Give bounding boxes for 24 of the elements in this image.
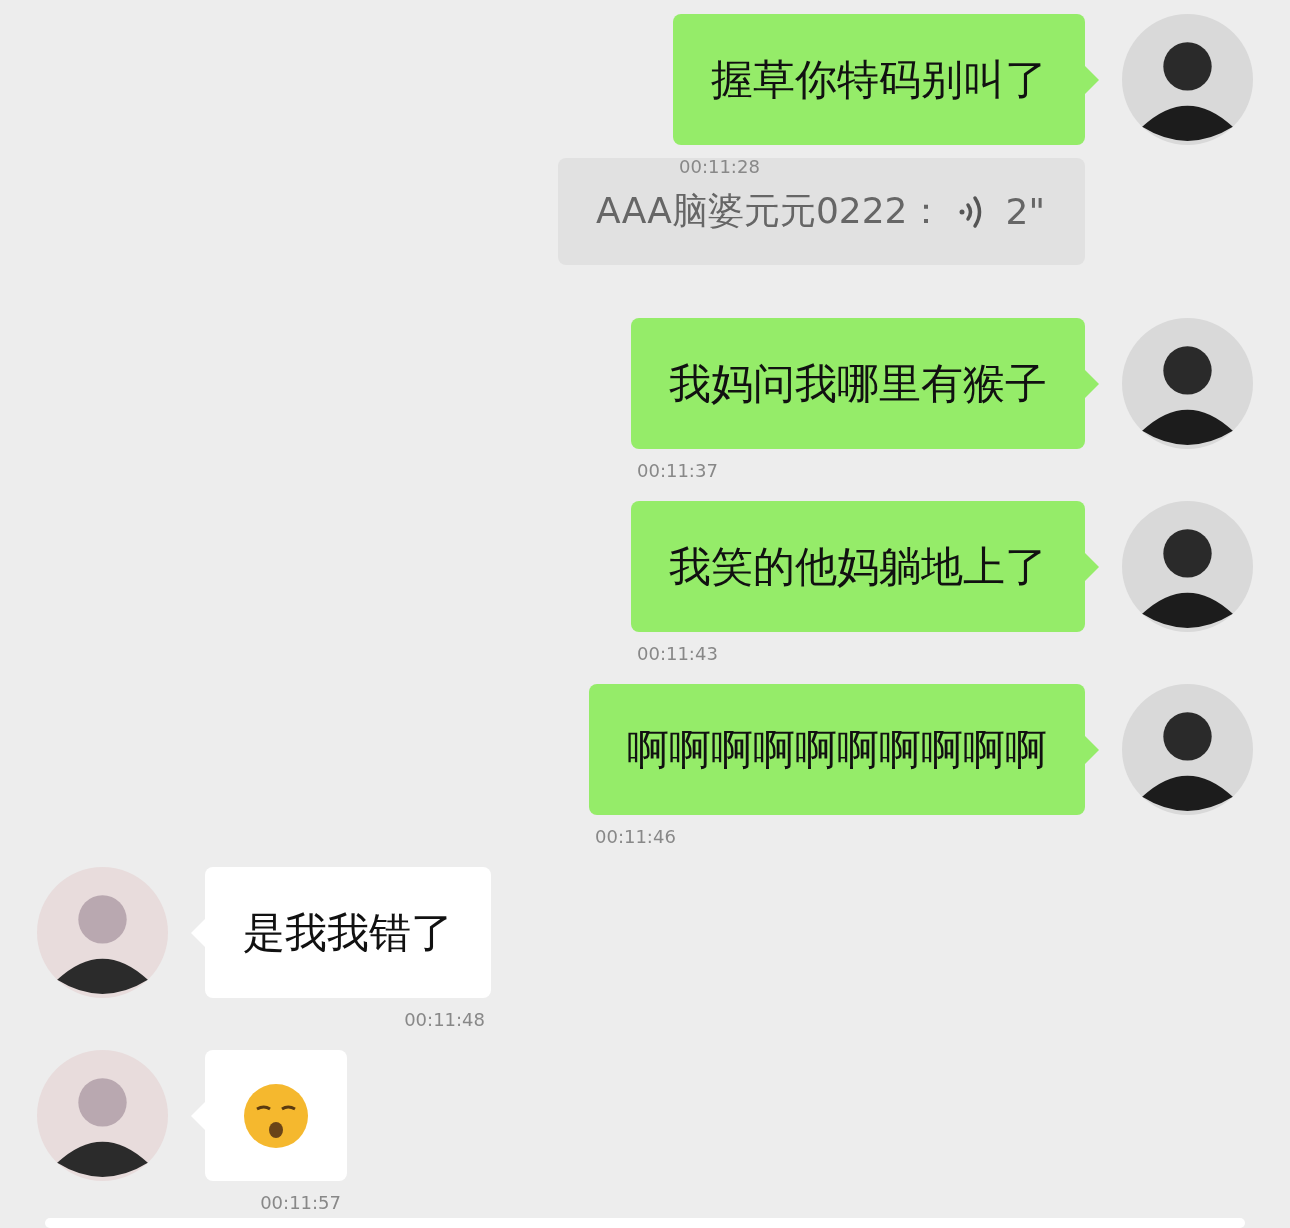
bubble-tail bbox=[1085, 66, 1099, 94]
timestamp: 00:11:48 bbox=[404, 1009, 485, 1031]
message-bubble: 握草你特码别叫了 bbox=[673, 14, 1085, 145]
emoji-icon bbox=[243, 1082, 309, 1149]
avatar-icon[interactable] bbox=[37, 867, 168, 998]
avatar-icon[interactable] bbox=[1122, 318, 1253, 449]
avatar-icon[interactable] bbox=[1122, 501, 1253, 632]
bubble-tail bbox=[1085, 370, 1099, 398]
timestamp: 00:11:46 bbox=[595, 826, 676, 848]
message-bubble: 啊啊啊啊啊啊啊啊啊啊 bbox=[589, 684, 1085, 815]
timestamp: 00:11:37 bbox=[637, 460, 718, 482]
bubble-tail bbox=[1085, 553, 1099, 581]
bubble-tail bbox=[1085, 736, 1099, 764]
message-bubble: 我妈问我哪里有猴子 bbox=[631, 318, 1085, 449]
timestamp: 00:11:43 bbox=[637, 643, 718, 665]
avatar-icon[interactable] bbox=[1122, 684, 1253, 815]
voice-duration: 2" bbox=[1005, 191, 1045, 232]
message-bubble: 我笑的他妈躺地上了 bbox=[631, 501, 1085, 632]
timestamp: 00:11:28 bbox=[679, 156, 760, 178]
timestamp: 00:11:57 bbox=[260, 1192, 341, 1214]
avatar-icon[interactable] bbox=[37, 1050, 168, 1181]
message-bubble: 是我我错了 bbox=[205, 867, 491, 998]
avatar-icon[interactable] bbox=[1122, 14, 1253, 145]
quote-sender: AAA脑婆元元0222： bbox=[596, 189, 944, 233]
